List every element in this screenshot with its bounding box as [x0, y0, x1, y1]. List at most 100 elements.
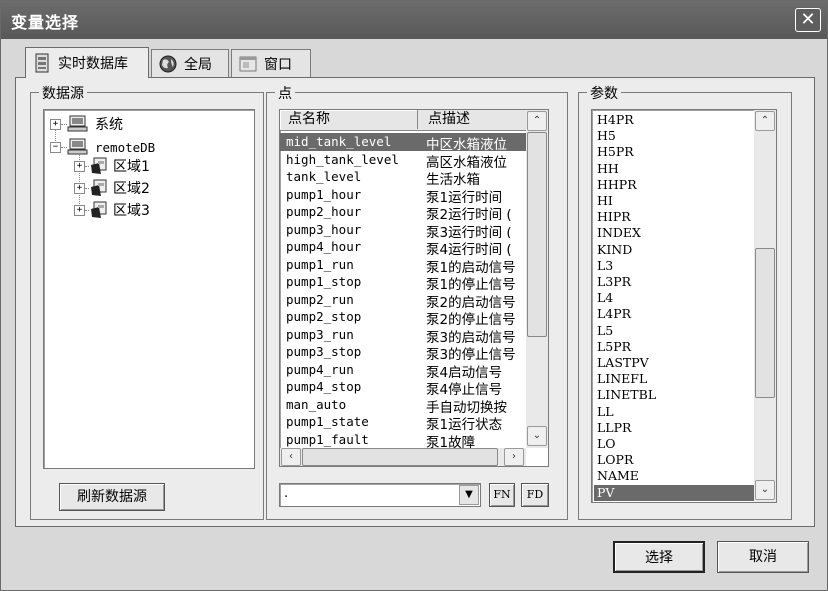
tab-window[interactable]: 窗口	[231, 49, 311, 77]
tab-label: 窗口	[264, 56, 292, 73]
list-item[interactable]: PV	[594, 484, 754, 501]
table-row[interactable]: pump1_stop 泵1的停止信号	[280, 273, 526, 291]
tree-item-region3[interactable]: + 区域3	[74, 200, 150, 220]
tab-realtime-db[interactable]: 实时数据库	[25, 47, 149, 78]
point-desc-cell: 泵2的停止信号	[426, 312, 516, 326]
table-row[interactable]: man_auto 手自动切换按	[280, 396, 526, 414]
scroll-up-button[interactable]: ⌃	[755, 111, 775, 131]
list-item[interactable]: L3PR	[594, 274, 754, 290]
list-item[interactable]: L3	[594, 258, 754, 274]
table-row[interactable]: tank_level 生活水箱	[280, 168, 526, 186]
collapse-toggle[interactable]: −	[50, 141, 61, 153]
scroll-down-button[interactable]: ⌄	[755, 480, 775, 500]
table-row[interactable]: pump3_stop 泵3的停止信号	[280, 343, 526, 361]
fd-button[interactable]: FD	[521, 483, 549, 507]
tab-label: 全局	[184, 56, 212, 73]
list-item[interactable]: L4PR	[594, 306, 754, 322]
scroll-left-button[interactable]: ‹	[281, 448, 301, 466]
table-row[interactable]: pump1_fault 泵1故障	[280, 431, 526, 449]
column-header-name[interactable]: 点名称	[280, 110, 418, 129]
list-item[interactable]: L5PR	[594, 339, 754, 355]
scroll-thumb[interactable]	[527, 132, 547, 337]
table-row[interactable]: pump4_hour 泵4运行时间 (	[280, 238, 526, 256]
scroll-up-button[interactable]: ⌃	[527, 111, 547, 131]
table-row[interactable]: high_tank_level 高区水箱液位	[280, 151, 526, 169]
refresh-datasource-button[interactable]: 刷新数据源	[59, 483, 165, 511]
point-desc-cell: 手自动切换按	[426, 399, 507, 414]
fn-button[interactable]: FN	[489, 483, 515, 507]
list-item[interactable]: L5	[594, 323, 754, 339]
list-item[interactable]: LO	[594, 436, 754, 452]
datasource-tree[interactable]: + 系统 − remoteDB + 区域1 + 区域2 + 区域3	[43, 109, 255, 469]
list-item[interactable]: INDEX	[594, 225, 754, 241]
table-row[interactable]: pump1_run 泵1的启动信号	[280, 256, 526, 274]
point-desc-cell: 泵1的启动信号	[426, 259, 516, 274]
expand-toggle[interactable]: +	[74, 182, 85, 194]
table-row[interactable]: pump2_hour 泵2运行时间 (	[280, 203, 526, 221]
params-vscrollbar[interactable]: ⌃ ⌄	[754, 110, 776, 502]
point-name-cell: pump4_run	[286, 361, 354, 377]
params-group: 参数 H4PR H5 H5PR HH HHPR HI HIPR INDEX KIND L3 L3PR…	[578, 83, 792, 520]
point-desc-cell: 高区水箱液位	[426, 154, 507, 169]
point-name-cell: pump2_run	[286, 291, 354, 307]
point-desc-cell: 泵2运行时间 (	[426, 207, 512, 221]
list-item[interactable]: LASTPV	[594, 355, 754, 371]
table-row[interactable]: pump2_stop 泵2的停止信号	[280, 308, 526, 326]
points-vscrollbar[interactable]: ⌃ ⌄	[526, 110, 548, 448]
table-row[interactable]: pump4_run 泵4启动信号	[280, 361, 526, 379]
globe-icon	[159, 55, 177, 72]
tree-item-remotedb[interactable]: − remoteDB	[50, 137, 155, 157]
close-button[interactable]: ✕	[795, 8, 821, 32]
scroll-down-button[interactable]: ⌄	[527, 426, 547, 446]
scroll-thumb[interactable]	[302, 448, 498, 466]
region-icon	[91, 201, 107, 218]
scroll-right-button[interactable]: ›	[504, 448, 524, 466]
table-row[interactable]: mid_tank_level 中区水箱液位	[280, 133, 526, 151]
expand-toggle[interactable]: +	[74, 160, 85, 172]
expand-toggle[interactable]: +	[50, 118, 61, 130]
list-item[interactable]: H5PR	[594, 144, 754, 160]
list-item[interactable]: LINEFL	[594, 371, 754, 387]
filter-value: .	[284, 486, 289, 501]
list-item[interactable]: PVRAW	[594, 501, 754, 502]
list-item[interactable]: L4	[594, 290, 754, 306]
table-row[interactable]: pump2_run 泵2的启动信号	[280, 291, 526, 309]
tree-label: 系统	[95, 117, 123, 133]
tree-item-region1[interactable]: + 区域1	[74, 156, 150, 176]
tree-label: remoteDB	[95, 139, 156, 155]
points-hscrollbar[interactable]: ‹ ›	[280, 448, 526, 466]
scroll-thumb[interactable]	[755, 248, 775, 398]
list-item[interactable]: LINETBL	[594, 387, 754, 403]
list-item[interactable]: NAME	[594, 468, 754, 484]
params-list[interactable]: H4PR H5 H5PR HH HHPR HI HIPR INDEX KIND L3 L3PR L4 L…	[591, 109, 777, 503]
select-button[interactable]: 选择	[613, 541, 705, 573]
expand-toggle[interactable]: +	[74, 204, 85, 216]
dropdown-arrow-icon[interactable]: ▼	[459, 485, 479, 505]
computer-icon	[67, 138, 88, 155]
cancel-button[interactable]: 取消	[717, 541, 809, 573]
tree-item-system[interactable]: + 系统	[50, 114, 123, 134]
point-desc-cell: 泵2的启动信号	[426, 294, 516, 309]
table-row[interactable]: pump1_hour 泵1运行时间	[280, 186, 526, 204]
list-item[interactable]: H5	[594, 128, 754, 144]
list-item[interactable]: HIPR	[594, 209, 754, 225]
list-item[interactable]: LLPR	[594, 420, 754, 436]
table-row[interactable]: pump3_hour 泵3运行时间 (	[280, 221, 526, 239]
tab-global[interactable]: 全局	[151, 49, 229, 77]
list-item[interactable]: HI	[594, 193, 754, 209]
group-title: 数据源	[39, 83, 87, 103]
list-item[interactable]: LL	[594, 404, 754, 420]
tree-item-region2[interactable]: + 区域2	[74, 178, 150, 198]
table-row[interactable]: pump1_state 泵1运行状态	[280, 413, 526, 431]
table-row[interactable]: pump3_run 泵3的启动信号	[280, 326, 526, 344]
list-item[interactable]: HH	[594, 161, 754, 177]
list-item[interactable]: HHPR	[594, 177, 754, 193]
list-item[interactable]: KIND	[594, 242, 754, 258]
column-header-desc[interactable]: 点描述	[420, 110, 526, 129]
point-desc-cell: 泵4运行时间 (	[426, 242, 512, 256]
list-item[interactable]: H4PR	[594, 112, 754, 128]
list-item[interactable]: LOPR	[594, 452, 754, 468]
table-row[interactable]: pump4_stop 泵4停止信号	[280, 378, 526, 396]
point-filter-combo[interactable]: . ▼	[279, 483, 481, 507]
points-list[interactable]: 点名称 点描述 mid_tank_level 中区水箱液位 high_tank_le…	[279, 109, 549, 467]
